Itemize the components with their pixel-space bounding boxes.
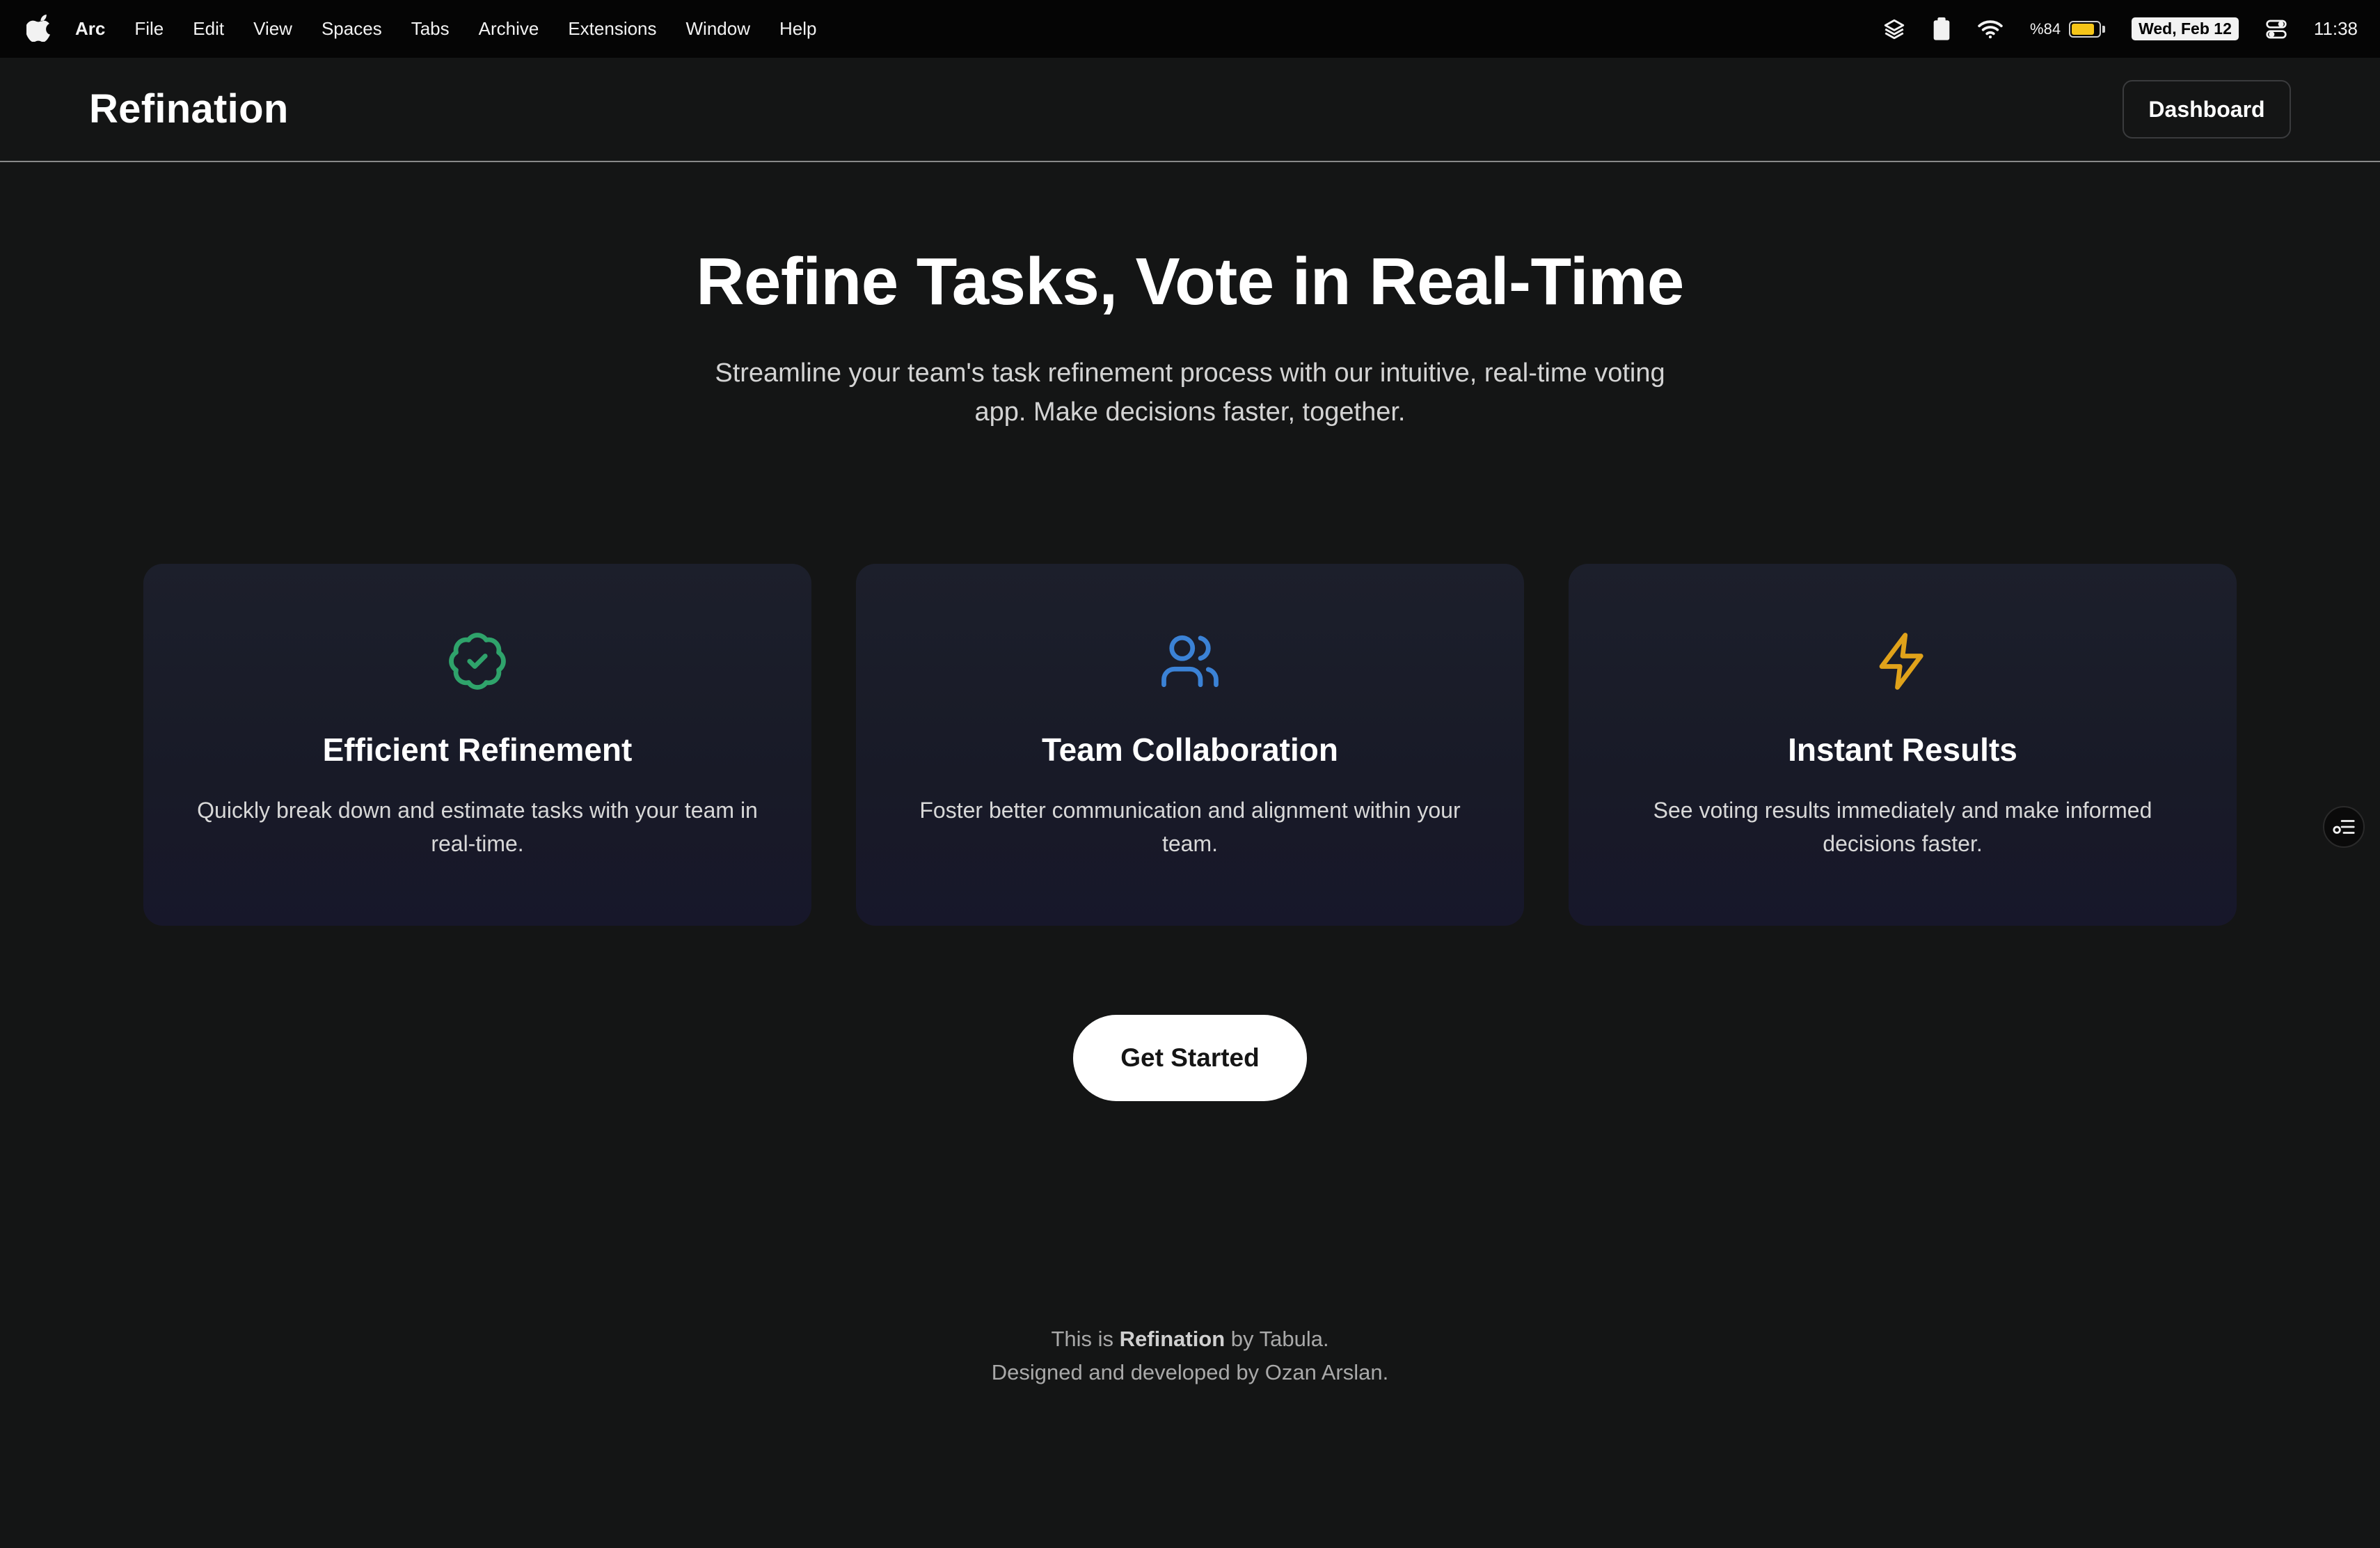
menu-spaces[interactable]: Spaces <box>322 18 382 40</box>
menu-extensions[interactable]: Extensions <box>568 18 656 40</box>
badge-check-icon <box>449 633 506 690</box>
menu-window[interactable]: Window <box>686 18 750 40</box>
zap-icon <box>1879 633 1923 690</box>
menu-archive[interactable]: Archive <box>479 18 539 40</box>
menu-edit[interactable]: Edit <box>193 18 224 40</box>
footer-credit: Designed and developed by Ozan Arslan. <box>991 1360 1389 1384</box>
hero-title: Refine Tasks, Vote in Real-Time <box>696 244 1684 319</box>
apple-logo-icon[interactable] <box>26 14 50 42</box>
feature-description: Foster better communication and alignmen… <box>919 798 1461 856</box>
date-badge: Wed, Feb 12 <box>2132 17 2239 40</box>
feature-card-instant-results: Instant Results See voting results immed… <box>1569 564 2237 926</box>
menu-app-name[interactable]: Arc <box>75 18 105 40</box>
menu-view[interactable]: View <box>253 18 292 40</box>
footer: This is Refination by Tabula. Designed a… <box>0 1322 2380 1389</box>
menu-help[interactable]: Help <box>779 18 816 40</box>
feature-title: Team Collaboration <box>1042 732 1338 768</box>
footer-attribution: This is Refination by Tabula. <box>0 1322 2380 1356</box>
menu-file[interactable]: File <box>134 18 164 40</box>
macos-menubar: Arc File Edit View Spaces Tabs Archive E… <box>0 0 2380 58</box>
feature-title: Efficient Refinement <box>322 732 633 768</box>
date-display[interactable]: Wed, Feb 12 <box>2132 17 2239 40</box>
feature-title: Instant Results <box>1788 732 2017 768</box>
menu-tabs[interactable]: Tabs <box>411 18 450 40</box>
battery-icon <box>2069 20 2102 38</box>
control-center-icon[interactable] <box>2265 19 2287 40</box>
feature-card-team-collaboration: Team Collaboration Foster better communi… <box>856 564 1524 926</box>
battery-cap <box>2102 25 2106 33</box>
brand-logo[interactable]: Refination <box>89 86 289 132</box>
dashboard-button[interactable]: Dashboard <box>2123 80 2291 139</box>
app-header: Refination Dashboard <box>0 58 2380 162</box>
hero-subtitle: Streamline your team's task refinement p… <box>715 358 1665 427</box>
list-settings-button[interactable] <box>2323 806 2365 848</box>
footer-prefix: This is <box>1051 1327 1120 1351</box>
battery-fill <box>2072 23 2094 35</box>
footer-suffix: by Tabula. <box>1225 1327 1329 1351</box>
users-icon <box>1161 635 1219 688</box>
list-settings-icon <box>2333 820 2355 834</box>
feature-description: Quickly break down and estimate tasks wi… <box>197 798 758 856</box>
feature-card-efficient-refinement: Efficient Refinement Quickly break down … <box>143 564 811 926</box>
battery-indicator[interactable]: %84 <box>2030 19 2106 38</box>
get-started-button[interactable]: Get Started <box>1073 1015 1307 1101</box>
layers-icon[interactable] <box>1882 17 1906 41</box>
battery-percent: %84 <box>2030 19 2061 38</box>
clipboard-icon[interactable] <box>1933 17 1951 41</box>
clock[interactable]: 11:38 <box>2314 18 2358 40</box>
feature-description: See voting results immediately and make … <box>1653 798 2152 856</box>
wifi-icon[interactable] <box>1977 19 2004 40</box>
footer-brand: Refination <box>1119 1327 1225 1351</box>
